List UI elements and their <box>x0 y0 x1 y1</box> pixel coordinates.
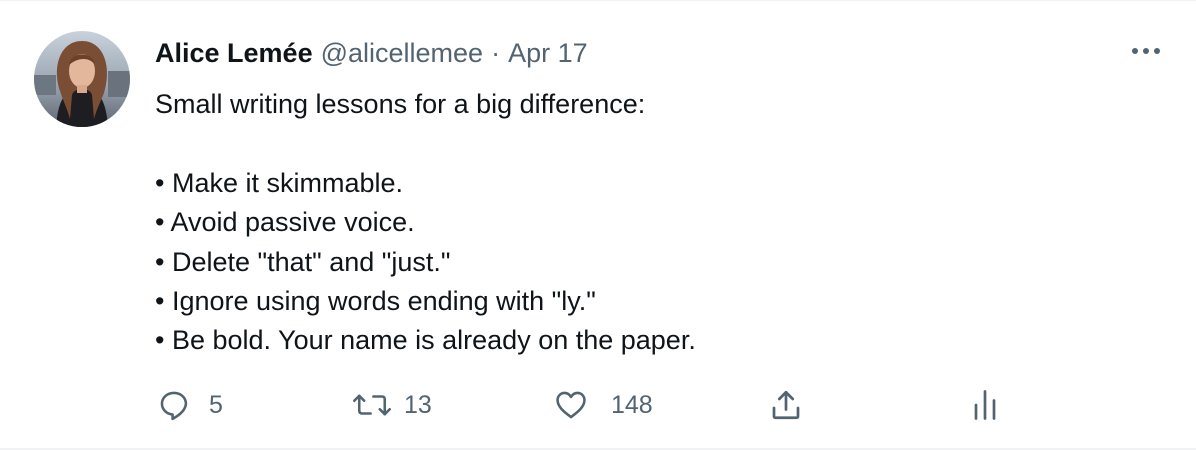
header-separator: · <box>491 37 501 68</box>
tweet-header: Alice Lemée @alicellemee · Apr 17 <box>155 35 588 71</box>
reply-count: 5 <box>209 390 223 419</box>
analytics-icon <box>974 390 996 420</box>
tweet-bullet: • Make it skimmable. <box>155 167 404 198</box>
retweet-button[interactable]: 13 <box>352 383 432 427</box>
share-button[interactable] <box>768 383 804 427</box>
more-options-button[interactable] <box>1128 39 1164 63</box>
like-button[interactable]: 148 <box>553 383 653 427</box>
author-display-name[interactable]: Alice Lemée <box>155 38 313 69</box>
analytics-button[interactable] <box>970 383 1000 427</box>
heart-icon <box>556 391 586 419</box>
tweet-bullet: • Ignore using words ending with "ly." <box>155 285 596 316</box>
more-icon <box>1132 48 1160 54</box>
retweet-count: 13 <box>404 390 432 419</box>
author-handle[interactable]: @alicellemee <box>321 38 483 69</box>
retweet-icon <box>353 394 391 416</box>
tweet-intro: Small writing lessons for a big differen… <box>155 89 646 119</box>
avatar[interactable] <box>34 31 130 127</box>
avatar-image <box>34 31 130 127</box>
tweet-bullet: • Avoid passive voice. <box>155 207 415 238</box>
tweet-date[interactable]: Apr 17 <box>508 38 588 69</box>
reply-button[interactable]: 5 <box>157 383 223 427</box>
reply-icon <box>160 391 188 421</box>
tweet-bullet: • Delete "that" and "just." <box>155 246 451 277</box>
like-count: 148 <box>611 390 653 419</box>
tweet-card[interactable]: Alice Lemée @alicellemee · Apr 17 Small … <box>0 0 1196 450</box>
tweet-bullet: • Be bold. Your name is already on the p… <box>155 325 696 356</box>
share-icon <box>772 390 800 420</box>
tweet-text: Small writing lessons for a big differen… <box>155 85 1115 361</box>
tweet-actions: 5 13 148 <box>0 383 1196 427</box>
